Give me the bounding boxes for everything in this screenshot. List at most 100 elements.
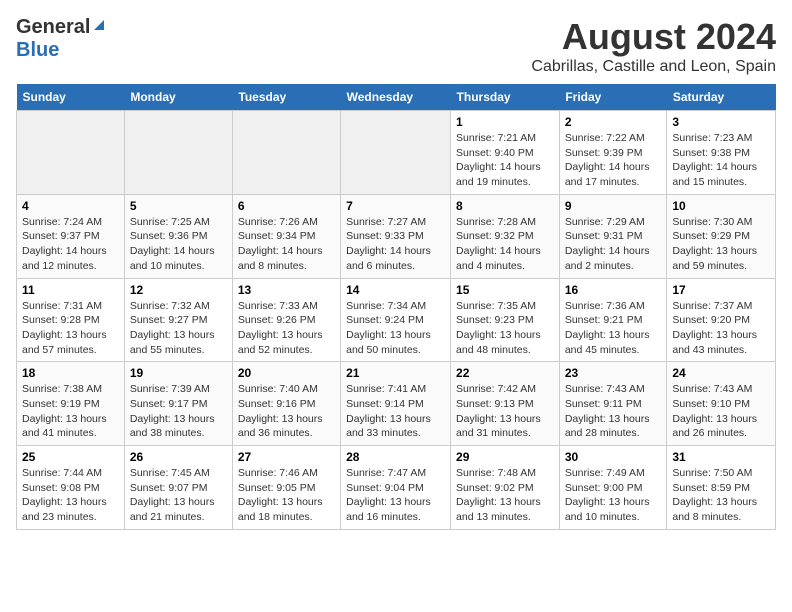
daylight-label: Daylight: 13 hours and 23 minutes. [22, 496, 107, 523]
calendar-cell: 15Sunrise: 7:35 AMSunset: 9:23 PMDayligh… [451, 278, 560, 362]
sunrise-label: Sunrise: 7:49 AM [565, 467, 645, 479]
col-header-thursday: Thursday [451, 84, 560, 111]
sunset-label: Sunset: 9:31 PM [565, 230, 643, 242]
day-info: Sunrise: 7:43 AMSunset: 9:10 PMDaylight:… [672, 382, 770, 441]
calendar-cell: 30Sunrise: 7:49 AMSunset: 9:00 PMDayligh… [559, 446, 667, 530]
daylight-label: Daylight: 13 hours and 31 minutes. [456, 413, 541, 440]
sunset-label: Sunset: 9:14 PM [346, 398, 424, 410]
day-number: 4 [22, 199, 119, 213]
sunrise-label: Sunrise: 7:32 AM [130, 300, 210, 312]
daylight-label: Daylight: 13 hours and 13 minutes. [456, 496, 541, 523]
col-header-saturday: Saturday [667, 84, 776, 111]
sunset-label: Sunset: 9:32 PM [456, 230, 534, 242]
daylight-label: Daylight: 13 hours and 21 minutes. [130, 496, 215, 523]
sunset-label: Sunset: 9:38 PM [672, 147, 750, 159]
day-number: 8 [456, 199, 554, 213]
col-header-wednesday: Wednesday [341, 84, 451, 111]
calendar-cell [341, 111, 451, 195]
calendar-cell: 14Sunrise: 7:34 AMSunset: 9:24 PMDayligh… [341, 278, 451, 362]
day-info: Sunrise: 7:27 AMSunset: 9:33 PMDaylight:… [346, 215, 445, 274]
day-number: 12 [130, 283, 227, 297]
sunset-label: Sunset: 9:23 PM [456, 314, 534, 326]
page-title: August 2024 [531, 16, 776, 58]
logo-general: General [16, 16, 90, 39]
daylight-label: Daylight: 13 hours and 16 minutes. [346, 496, 431, 523]
day-info: Sunrise: 7:47 AMSunset: 9:04 PMDaylight:… [346, 466, 445, 525]
sunrise-label: Sunrise: 7:40 AM [238, 383, 318, 395]
sunset-label: Sunset: 9:37 PM [22, 230, 100, 242]
sunrise-label: Sunrise: 7:26 AM [238, 216, 318, 228]
day-info: Sunrise: 7:46 AMSunset: 9:05 PMDaylight:… [238, 466, 335, 525]
day-info: Sunrise: 7:23 AMSunset: 9:38 PMDaylight:… [672, 131, 770, 190]
day-info: Sunrise: 7:28 AMSunset: 9:32 PMDaylight:… [456, 215, 554, 274]
day-info: Sunrise: 7:29 AMSunset: 9:31 PMDaylight:… [565, 215, 662, 274]
daylight-label: Daylight: 14 hours and 17 minutes. [565, 161, 650, 188]
day-info: Sunrise: 7:41 AM Sunset: 9:14 PM Daylight:… [346, 382, 445, 441]
daylight-label: Daylight: 13 hours and 43 minutes. [672, 329, 757, 356]
calendar-cell: 2 Sunrise: 7:22 AMSunset: 9:39 PMDaylight… [559, 111, 667, 195]
calendar-cell: 1Sunrise: 7:21 AMSunset: 9:40 PMDaylight… [451, 111, 560, 195]
calendar-cell: 22Sunrise: 7:42 AMSunset: 9:13 PMDayligh… [451, 362, 560, 446]
day-info: Sunrise: 7:22 AMSunset: 9:39 PMDaylight:… [565, 131, 662, 190]
day-number: 18 [22, 366, 119, 380]
day-info: Sunrise: 7:21 AMSunset: 9:40 PMDaylight:… [456, 131, 554, 190]
day-number: 21 [346, 366, 445, 380]
sunset-label: Sunset: 9:27 PM [130, 314, 208, 326]
day-info: Sunrise: 7:45 AMSunset: 9:07 PMDaylight:… [130, 466, 227, 525]
calendar-cell: 11Sunrise: 7:31 AMSunset: 9:28 PMDayligh… [17, 278, 125, 362]
day-number: 31 [672, 450, 770, 464]
sunset-label: Sunset: 9:39 PM [565, 147, 643, 159]
day-info: Sunrise: 7:36 AMSunset: 9:21 PMDaylight:… [565, 299, 662, 358]
sunset-label: Sunset: 9:21 PM [565, 314, 643, 326]
daylight-label: Daylight: 13 hours and 33 minutes. [346, 413, 431, 440]
daylight-label: Daylight: 13 hours and 38 minutes. [130, 413, 215, 440]
day-number: 20 [238, 366, 335, 380]
daylight-label: Daylight: 13 hours and 41 minutes. [22, 413, 107, 440]
calendar-cell: 19Sunrise: 7:39 AMSunset: 9:17 PMDayligh… [124, 362, 232, 446]
day-number: 28 [346, 450, 445, 464]
day-number: 13 [238, 283, 335, 297]
sunrise-label: Sunrise: 7:33 AM [238, 300, 318, 312]
sunrise-label: Sunrise: 7:34 AM [346, 300, 426, 312]
day-info: Sunrise: 7:24 AMSunset: 9:37 PMDaylight:… [22, 215, 119, 274]
day-number: 24 [672, 366, 770, 380]
calendar-cell: 29 Sunrise: 7:48 AMSunset: 9:02 PMDayligh… [451, 446, 560, 530]
calendar-cell: 8 Sunrise: 7:28 AMSunset: 9:32 PMDaylight… [451, 194, 560, 278]
calendar-cell [124, 111, 232, 195]
sunset-label: Sunset: 9:10 PM [672, 398, 750, 410]
day-number: 25 [22, 450, 119, 464]
day-number: 2 [565, 115, 662, 129]
calendar-cell: 26 Sunrise: 7:45 AMSunset: 9:07 PMDayligh… [124, 446, 232, 530]
calendar-cell [17, 111, 125, 195]
daylight-label: Daylight: 13 hours and 57 minutes. [22, 329, 107, 356]
day-info: Sunrise: 7:39 AMSunset: 9:17 PMDaylight:… [130, 382, 227, 441]
sunrise-label: Sunrise: 7:23 AM [672, 132, 752, 144]
calendar-cell: 6Sunrise: 7:26 AMSunset: 9:34 PMDaylight… [232, 194, 340, 278]
daylight-label: Daylight: 13 hours and 52 minutes. [238, 329, 323, 356]
sunrise-label: Sunrise: 7:39 AM [130, 383, 210, 395]
day-number: 9 [565, 199, 662, 213]
sunrise-label: Sunrise: 7:50 AM [672, 467, 752, 479]
daylight-label: Daylight: 14 hours and 12 minutes. [22, 245, 107, 272]
calendar-cell: 16Sunrise: 7:36 AMSunset: 9:21 PMDayligh… [559, 278, 667, 362]
sunrise-label: Sunrise: 7:41 AM [346, 383, 426, 395]
calendar-cell: 20Sunrise: 7:40 AMSunset: 9:16 PMDayligh… [232, 362, 340, 446]
sunrise-label: Sunrise: 7:31 AM [22, 300, 102, 312]
sunrise-label: Sunrise: 7:25 AM [130, 216, 210, 228]
day-number: 29 [456, 450, 554, 464]
day-number: 26 [130, 450, 227, 464]
sunset-label: Sunset: 9:04 PM [346, 482, 424, 494]
calendar-cell: 31Sunrise: 7:50 AMSunset: 8:59 PMDayligh… [667, 446, 776, 530]
day-info: Sunrise: 7:48 AMSunset: 9:02 PMDaylight:… [456, 466, 554, 525]
daylight-label: Daylight: 13 hours and 28 minutes. [565, 413, 650, 440]
calendar-cell: 9 Sunrise: 7:29 AMSunset: 9:31 PMDaylight… [559, 194, 667, 278]
calendar-cell [232, 111, 340, 195]
sunset-label: Sunset: 9:20 PM [672, 314, 750, 326]
day-number: 30 [565, 450, 662, 464]
sunset-label: Sunset: 9:34 PM [238, 230, 316, 242]
daylight-label: Daylight: 14 hours and 2 minutes. [565, 245, 650, 272]
day-number: 10 [672, 199, 770, 213]
day-number: 14 [346, 283, 445, 297]
sunset-label: Sunset: 8:59 PM [672, 482, 750, 494]
sunset-label: Sunset: 9:19 PM [22, 398, 100, 410]
